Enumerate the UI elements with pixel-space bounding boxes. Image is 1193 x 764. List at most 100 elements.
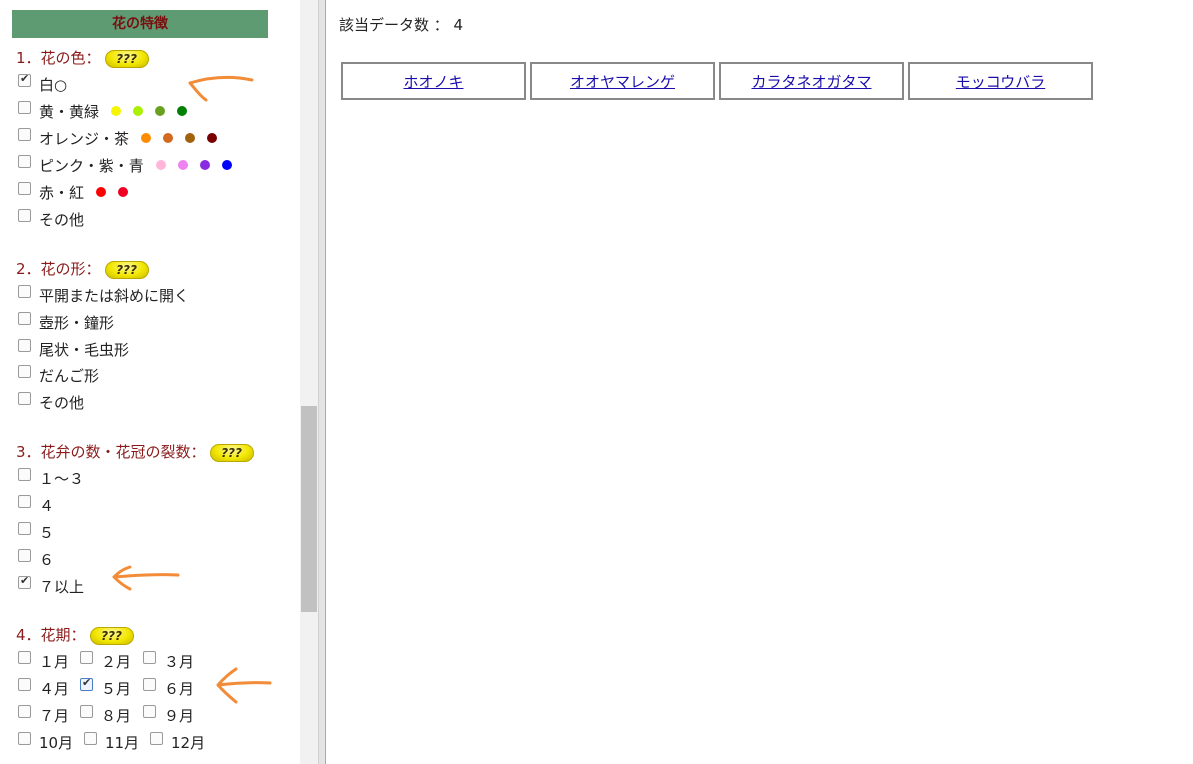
option-label: その他 (39, 393, 85, 412)
option-color-orange[interactable]: オレンジ・茶 (18, 127, 218, 148)
color-dot-icon (155, 160, 166, 170)
scrollbar-thumb[interactable] (301, 406, 317, 612)
checkbox[interactable] (18, 650, 31, 664)
annotation-arrow-icon (188, 75, 254, 102)
month-option-4[interactable]: ４月 (18, 677, 69, 698)
checkbox[interactable] (18, 338, 31, 352)
month-option-8[interactable]: ８月 (80, 704, 132, 725)
sidebar: 花の特徴 1．花の色：??? 白○ 黄・黄緑 オレンジ・茶 ピンク・紫・青 赤・… (0, 0, 300, 764)
sidebar-scrollbar[interactable] (300, 0, 318, 764)
checkbox[interactable] (150, 731, 163, 745)
help-badge-icon[interactable]: ??? (89, 626, 134, 645)
checkbox[interactable] (18, 127, 31, 141)
option-shape-other[interactable]: その他 (18, 391, 85, 412)
month-option-12[interactable]: 12月 (150, 731, 206, 752)
checkbox[interactable] (18, 100, 31, 114)
color-swatches (129, 129, 218, 147)
checkbox[interactable] (18, 574, 31, 589)
option-color-red[interactable]: 赤・紅 (18, 181, 129, 202)
month-option-5[interactable]: ５月 (80, 676, 131, 698)
checkbox[interactable] (84, 731, 97, 745)
month-option-2[interactable]: ２月 (80, 650, 132, 671)
frame-divider[interactable] (318, 0, 326, 764)
color-swatches (99, 102, 188, 120)
month-label: ８月 (101, 706, 132, 725)
option-label: ５ (39, 523, 55, 542)
checkbox[interactable] (18, 467, 31, 481)
color-dot-icon (111, 106, 122, 116)
result-cell: オオヤマレンゲ (530, 62, 715, 100)
option-label: その他 (39, 210, 85, 229)
option-shape-ball[interactable]: だんご形 (18, 364, 99, 385)
checkbox[interactable] (18, 677, 31, 691)
option-petals-4[interactable]: ４ (18, 494, 54, 515)
checkbox[interactable] (18, 72, 31, 87)
checkbox[interactable] (80, 676, 93, 691)
option-label: オレンジ・茶 (39, 129, 130, 148)
result-cell: カラタネオガタマ (719, 62, 904, 100)
month-label: 12月 (171, 733, 206, 752)
section-title-text: 2．花の形： (16, 260, 101, 278)
option-petals-1-3[interactable]: １～３ (18, 467, 85, 488)
checkbox[interactable] (18, 494, 31, 508)
month-label: 10月 (39, 733, 74, 752)
month-option-10[interactable]: 10月 (18, 731, 74, 752)
help-badge-icon[interactable]: ??? (104, 49, 149, 68)
result-link[interactable]: オオヤマレンゲ (570, 71, 675, 92)
checkbox[interactable] (80, 704, 93, 718)
annotation-arrow-icon (112, 565, 180, 591)
option-petals-5[interactable]: ５ (18, 521, 55, 542)
month-label: １月 (39, 652, 70, 671)
checkbox[interactable] (18, 521, 31, 535)
option-petals-6[interactable]: ６ (18, 548, 55, 569)
option-color-yellow[interactable]: 黄・黄緑 (18, 100, 188, 121)
month-option-7[interactable]: ７月 (18, 704, 69, 725)
month-option-9[interactable]: ９月 (143, 704, 194, 725)
option-color-white[interactable]: 白○ (18, 72, 68, 94)
checkbox[interactable] (18, 284, 31, 298)
checkbox[interactable] (18, 154, 31, 168)
color-swatches (84, 183, 129, 201)
checkbox[interactable] (18, 731, 31, 745)
checkbox[interactable] (18, 391, 31, 405)
option-label: 平開または斜めに開く (39, 286, 190, 305)
result-link[interactable]: モッコウバラ (956, 71, 1045, 92)
checkbox[interactable] (18, 548, 31, 562)
result-cell: ホオノキ (341, 62, 526, 100)
month-label: ２月 (101, 652, 132, 671)
option-label: 白○ (39, 75, 68, 94)
checkbox[interactable] (18, 704, 31, 718)
option-label: ピンク・紫・青 (39, 156, 144, 175)
section-title-text: 3．花弁の数・花冠の裂数： (16, 443, 206, 461)
option-petals-7plus[interactable]: ７以上 (18, 574, 84, 596)
month-option-11[interactable]: 11月 (84, 731, 140, 752)
result-link[interactable]: ホオノキ (403, 71, 463, 92)
checkbox[interactable] (18, 364, 31, 378)
month-option-3[interactable]: ３月 (143, 650, 194, 671)
month-label: 11月 (105, 733, 140, 752)
checkbox[interactable] (18, 311, 31, 325)
result-link[interactable]: カラタネオガタマ (751, 71, 871, 92)
option-color-other[interactable]: その他 (18, 208, 85, 229)
checkbox[interactable] (18, 181, 31, 195)
help-badge-icon[interactable]: ??? (104, 260, 149, 279)
color-dot-icon (177, 106, 188, 116)
checkbox[interactable] (18, 208, 31, 222)
section-title-flower-shape: 2．花の形：??? (16, 258, 149, 279)
color-dot-icon (155, 106, 166, 116)
help-badge-icon[interactable]: ??? (209, 443, 254, 462)
option-shape-bell[interactable]: 壺形・鐘形 (18, 311, 114, 332)
month-option-1[interactable]: １月 (18, 650, 70, 671)
checkbox[interactable] (143, 650, 156, 664)
option-label: ６ (39, 550, 55, 569)
month-option-6[interactable]: ６月 (143, 677, 194, 698)
option-shape-catkin[interactable]: 尾状・毛虫形 (18, 338, 129, 359)
checkbox[interactable] (143, 677, 156, 691)
option-label: 赤・紅 (39, 183, 85, 202)
option-label: １～３ (39, 469, 85, 488)
sidebar-header: 花の特徴 (12, 10, 268, 38)
option-shape-open[interactable]: 平開または斜めに開く (18, 284, 190, 305)
option-color-pink[interactable]: ピンク・紫・青 (18, 154, 232, 175)
checkbox[interactable] (80, 650, 93, 664)
checkbox[interactable] (143, 704, 156, 718)
